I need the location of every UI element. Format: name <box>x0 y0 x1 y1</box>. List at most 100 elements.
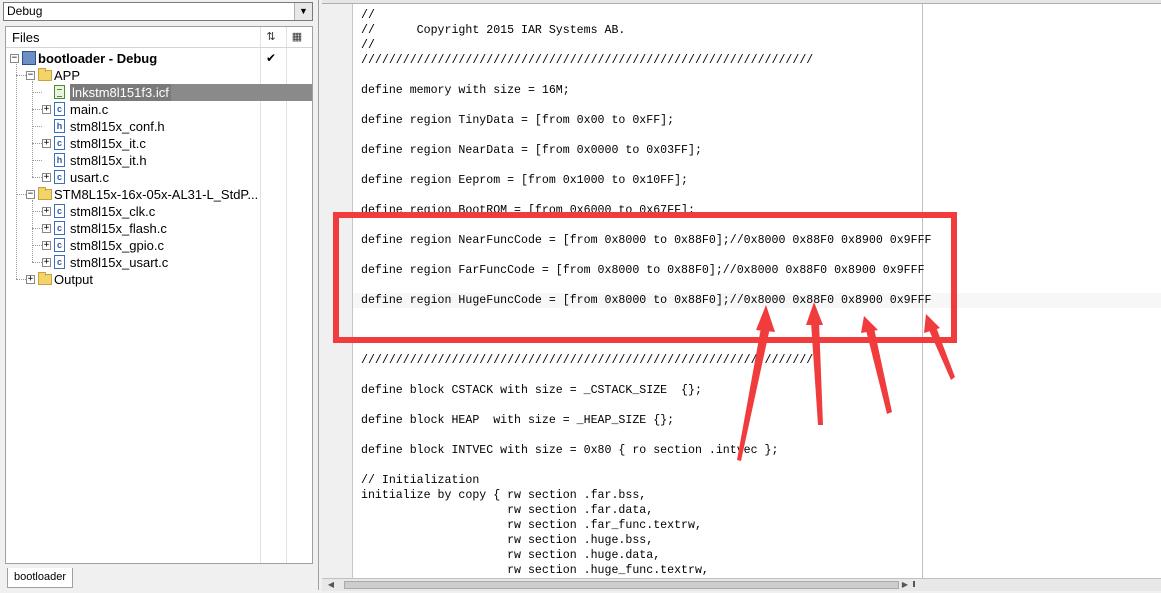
files-header-label: Files <box>12 30 40 45</box>
sort-icon[interactable]: ⇅ <box>263 29 279 45</box>
code-line[interactable]: define region NearData = [from 0x0000 to… <box>361 143 702 158</box>
code-line[interactable]: // Copyright 2015 IAR Systems AB. <box>361 23 625 38</box>
editor-gutter <box>322 4 353 578</box>
tree-file[interactable]: h stm8l15x_conf.h <box>6 118 312 135</box>
tree-file[interactable]: h stm8l15x_it.h <box>6 152 312 169</box>
tree-item-label: stm8l15x_flash.c <box>70 221 167 236</box>
tree-item-label: bootloader - Debug <box>38 51 158 66</box>
code-line[interactable]: define region Eeprom = [from 0x1000 to 0… <box>361 173 688 188</box>
tree-item-label: usart.c <box>70 170 110 185</box>
code-line[interactable]: rw section .huge.data, <box>361 548 660 563</box>
scroll-left-icon[interactable]: ◀ <box>324 579 338 591</box>
code-line[interactable]: define memory with size = 16M; <box>361 83 570 98</box>
folder-icon <box>38 272 52 285</box>
tree-connector <box>32 200 34 262</box>
expand-icon[interactable]: + <box>42 224 51 233</box>
tree-header: Files ⇅ ▦ <box>6 27 312 48</box>
c-file-icon: c <box>54 255 65 269</box>
expand-icon[interactable]: + <box>42 241 51 250</box>
editor-tab-strip <box>322 0 1161 4</box>
tree-connector <box>16 64 18 279</box>
right-margin-guide <box>922 4 923 578</box>
collapse-icon[interactable]: − <box>10 54 19 63</box>
tree-connector <box>32 262 42 264</box>
code-editor[interactable]: //// Copyright 2015 IAR Systems AB./////… <box>322 0 1161 592</box>
collapse-icon[interactable]: − <box>26 71 35 80</box>
tree-group[interactable]: − APP <box>6 67 312 84</box>
configuration-value: Debug <box>7 4 43 18</box>
tree-file[interactable]: + c stm8l15x_gpio.c <box>6 237 312 254</box>
code-line[interactable]: define region BootROM = [from 0x6000 to … <box>361 203 695 218</box>
tree-file[interactable]: lnkstm8l151f3.icf <box>6 84 312 101</box>
folder-icon <box>38 187 52 200</box>
chevron-down-icon[interactable]: ▼ <box>294 3 312 20</box>
tree-file[interactable]: + c main.c <box>6 101 312 118</box>
tree-file[interactable]: + c stm8l15x_flash.c <box>6 220 312 237</box>
header-file-icon: h <box>54 153 65 167</box>
tree-item-label: APP <box>54 68 81 83</box>
tree-connector <box>32 177 42 179</box>
tree-item-label: lnkstm8l151f3.icf <box>70 84 171 101</box>
code-line[interactable]: define region NearFuncCode = [from 0x800… <box>361 233 932 248</box>
header-file-icon: h <box>54 119 65 133</box>
expand-icon[interactable]: + <box>42 105 51 114</box>
expand-icon[interactable]: + <box>26 275 35 284</box>
tree-item-label: stm8l15x_gpio.c <box>70 238 164 253</box>
code-line[interactable]: rw section .far_func.textrw, <box>361 518 702 533</box>
code-line[interactable]: ////////////////////////////////////////… <box>361 53 813 68</box>
code-line[interactable]: define block HEAP with size = _HEAP_SIZE… <box>361 413 674 428</box>
code-line[interactable]: define block CSTACK with size = _CSTACK_… <box>361 383 702 398</box>
workspace-panel: Debug ▼ Files ⇅ ▦ − bootloader - Debug ✔ − A… <box>0 0 319 590</box>
config-icon[interactable]: ▦ <box>289 29 305 45</box>
tree-file[interactable]: + c stm8l15x_clk.c <box>6 203 312 220</box>
split-handle-icon[interactable]: ‖ <box>909 580 919 590</box>
code-line[interactable]: // Initialization <box>361 473 479 488</box>
tab-bootloader[interactable]: bootloader <box>7 568 73 588</box>
project-icon <box>22 51 36 65</box>
code-line[interactable]: rw section .huge.bss, <box>361 533 653 548</box>
c-file-icon: c <box>54 170 65 184</box>
tree-file[interactable]: + c usart.c <box>6 169 312 186</box>
tree-item-label: stm8l15x_clk.c <box>70 204 156 219</box>
code-line[interactable]: define block INTVEC with size = 0x80 { r… <box>361 443 778 458</box>
active-project-check-icon: ✔ <box>266 51 277 65</box>
tree-project[interactable]: − bootloader - Debug ✔ <box>6 50 312 67</box>
horizontal-scrollbar[interactable]: ◀ ▶ ‖ <box>322 578 1161 591</box>
collapse-icon[interactable]: − <box>26 190 35 199</box>
tree-item-label: stm8l15x_it.h <box>70 153 147 168</box>
tree-item-label: stm8l15x_it.c <box>70 136 146 151</box>
tree-item-label: main.c <box>70 102 109 117</box>
tree-item-label: STM8L15x-16x-05x-AL31-L_StdP... <box>54 187 259 202</box>
c-file-icon: c <box>54 204 65 218</box>
code-line[interactable]: rw section .far.data, <box>361 503 653 518</box>
code-line[interactable]: ////////////////////////////////////////… <box>361 353 813 368</box>
scrollbar-thumb[interactable] <box>344 581 899 589</box>
tree-item-label: stm8l15x_usart.c <box>70 255 169 270</box>
tree-connector <box>32 81 34 177</box>
code-line[interactable]: define region HugeFuncCode = [from 0x800… <box>361 293 932 308</box>
code-line[interactable]: // <box>361 8 375 23</box>
c-file-icon: c <box>54 238 65 252</box>
expand-icon[interactable]: + <box>42 258 51 267</box>
code-line[interactable]: initialize by copy { rw section .far.bss… <box>361 488 646 503</box>
tree-group[interactable]: + Output <box>6 271 312 288</box>
expand-icon[interactable]: + <box>42 173 51 182</box>
expand-icon[interactable]: + <box>42 139 51 148</box>
c-file-icon: c <box>54 221 65 235</box>
tree-file[interactable]: + c stm8l15x_usart.c <box>6 254 312 271</box>
tree-file[interactable]: + c stm8l15x_it.c <box>6 135 312 152</box>
file-tree: Files ⇅ ▦ − bootloader - Debug ✔ − APP lnkstm… <box>5 26 313 564</box>
c-file-icon: c <box>54 102 65 116</box>
code-line[interactable]: define region FarFuncCode = [from 0x8000… <box>361 263 925 278</box>
linker-file-icon <box>54 85 65 99</box>
configuration-dropdown[interactable]: Debug ▼ <box>3 2 313 21</box>
tree-connector <box>16 279 26 281</box>
tree-item-label: Output <box>54 272 94 287</box>
expand-icon[interactable]: + <box>42 207 51 216</box>
code-line[interactable]: // <box>361 38 375 53</box>
folder-icon <box>38 68 52 81</box>
code-line[interactable]: define region TinyData = [from 0x00 to 0… <box>361 113 674 128</box>
c-file-icon: c <box>54 136 65 150</box>
code-line[interactable]: rw section .huge_func.textrw, <box>361 563 709 578</box>
tree-group[interactable]: − STM8L15x-16x-05x-AL31-L_StdP... <box>6 186 312 203</box>
